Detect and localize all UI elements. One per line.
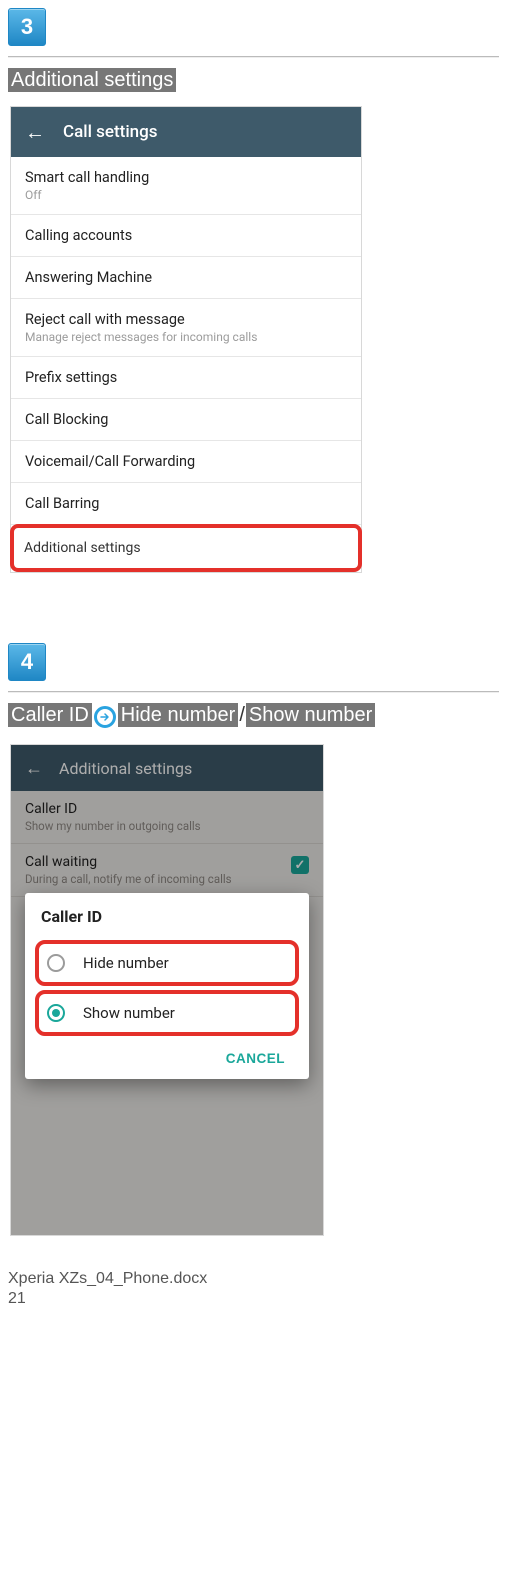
step4-title-part1: Caller ID — [8, 703, 92, 727]
row-label: Call Blocking — [25, 411, 347, 428]
row-voicemail-forwarding[interactable]: Voicemail/Call Forwarding — [11, 441, 361, 483]
row-label: Additional settings — [24, 540, 348, 556]
row-label: Answering Machine — [25, 269, 347, 286]
option-label: Hide number — [83, 954, 169, 972]
step4-title-part3: Show number — [246, 703, 375, 727]
caller-id-dialog: Caller ID Hide number Show number CANCEL — [25, 893, 309, 1079]
radio-selected-icon — [47, 1004, 65, 1022]
step-badge-3: 3 — [8, 8, 46, 46]
row-call-barring[interactable]: Call Barring — [11, 483, 361, 525]
appbar: ← Call settings — [11, 107, 361, 157]
page-number: 21 — [8, 1290, 499, 1308]
row-prefix-settings[interactable]: Prefix settings — [11, 357, 361, 399]
divider — [8, 56, 499, 57]
step3-title: Additional settings — [8, 68, 176, 92]
row-answering-machine[interactable]: Answering Machine — [11, 257, 361, 299]
option-show-number[interactable]: Show number — [35, 990, 299, 1036]
step-badge-4: 4 — [8, 643, 46, 681]
row-sublabel: Manage reject messages for incoming call… — [25, 330, 347, 344]
option-hide-number[interactable]: Hide number — [35, 940, 299, 986]
row-smart-call-handling[interactable]: Smart call handling Off — [11, 157, 361, 215]
appbar-title: Call settings — [63, 122, 158, 142]
row-label: Voicemail/Call Forwarding — [25, 453, 347, 470]
row-reject-call-with-message[interactable]: Reject call with message Manage reject m… — [11, 299, 361, 357]
back-arrow-icon[interactable]: ← — [25, 120, 45, 145]
option-label: Show number — [83, 1004, 175, 1022]
screenshot-caller-id-dialog: ← Additional settings Caller ID Show my … — [10, 744, 324, 1236]
row-label: Reject call with message — [25, 311, 347, 328]
row-label: Smart call handling — [25, 169, 347, 186]
footer-filename: Xperia XZs_04_Phone.docx — [8, 1270, 499, 1288]
cancel-button[interactable]: CANCEL — [220, 1050, 291, 1067]
row-label: Calling accounts — [25, 227, 347, 244]
slash: / — [238, 704, 246, 726]
dialog-title: Caller ID — [35, 905, 299, 936]
screenshot-call-settings: ← Call settings Smart call handling Off … — [10, 106, 362, 573]
row-calling-accounts[interactable]: Calling accounts — [11, 215, 361, 257]
divider — [8, 691, 499, 692]
row-label: Call Barring — [25, 495, 347, 512]
step4-title-part2: Hide number — [118, 703, 239, 727]
row-label: Prefix settings — [25, 369, 347, 386]
row-sublabel: Off — [25, 188, 347, 202]
row-additional-settings-highlighted[interactable]: Additional settings — [10, 524, 362, 572]
arrow-right-icon — [94, 706, 116, 728]
radio-unselected-icon — [47, 954, 65, 972]
row-call-blocking[interactable]: Call Blocking — [11, 399, 361, 441]
